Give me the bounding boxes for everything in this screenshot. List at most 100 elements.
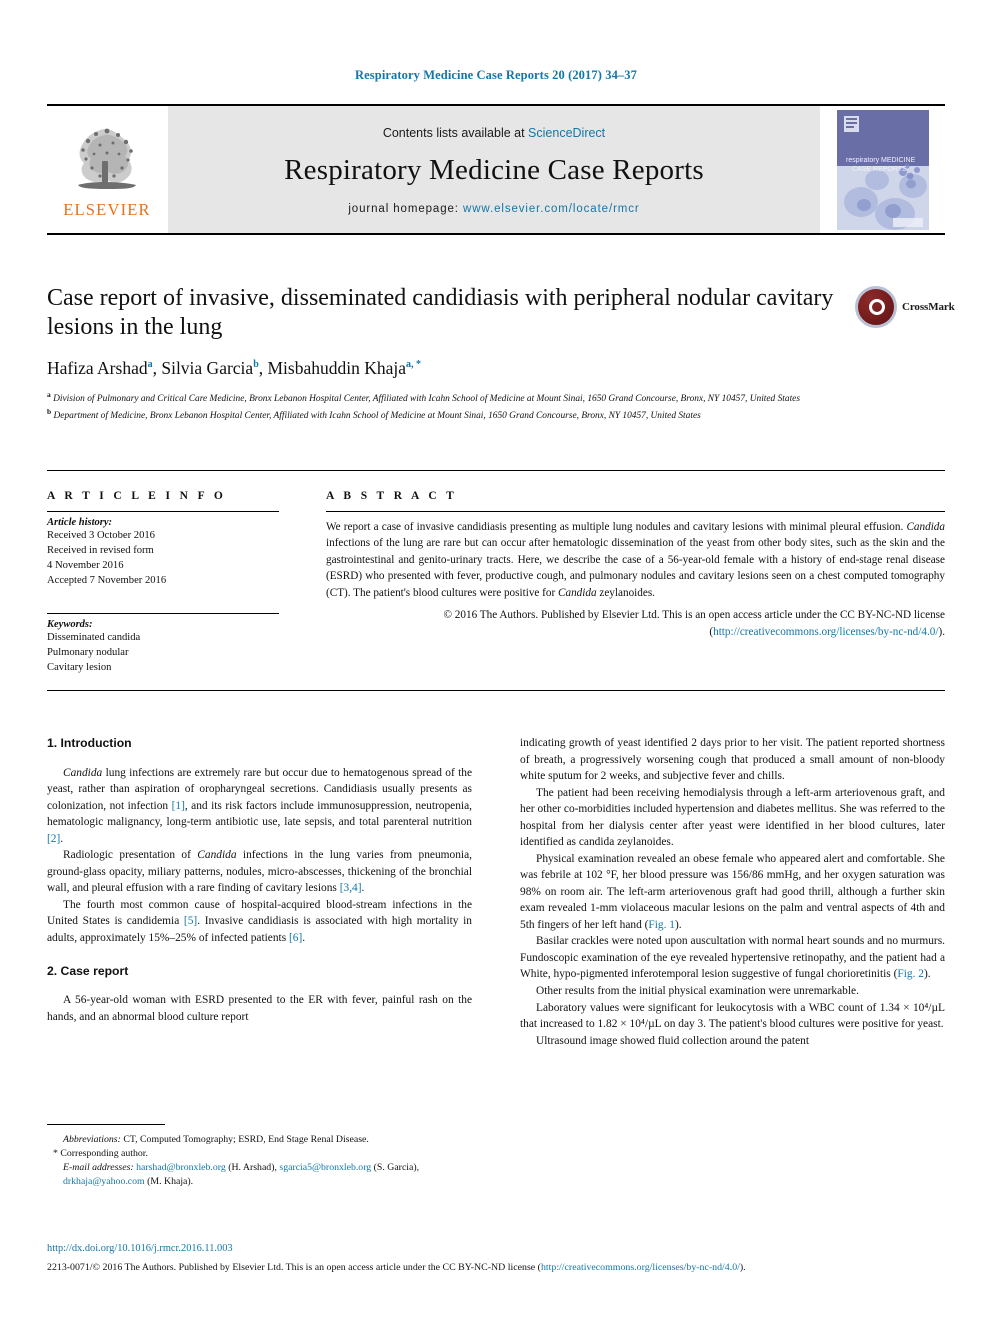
keyword-item: Disseminated candida — [47, 632, 141, 644]
right4-text-2: ). — [923, 968, 931, 981]
elsevier-wordmark: ELSEVIER — [63, 200, 151, 219]
email-name-arshad: (H. Arshad), — [225, 1162, 280, 1174]
affiliation-b: b Department of Medicine, Bronx Lebanon … — [47, 406, 701, 421]
article-history-line: Received in revised form — [47, 545, 154, 557]
footer-cc-license-link[interactable]: http://creativecommons.org/licenses/by-n… — [541, 1262, 740, 1273]
author-2-affil-marker: b — [253, 358, 259, 370]
crossmark-label: CrossMark — [902, 301, 955, 313]
author-1[interactable]: Hafiza Arshad — [47, 358, 148, 378]
affiliations: a Division of Pulmonary and Critical Car… — [47, 390, 827, 424]
abbreviations-text: CT, Computed Tomography; ESRD, End Stage… — [120, 1134, 369, 1145]
paragraph-right-5: Other results from the initial physical … — [536, 984, 859, 997]
doi-link[interactable]: http://dx.doi.org/10.1016/j.rmcr.2016.11… — [47, 1243, 233, 1254]
crossmark-badge[interactable]: CrossMark — [855, 283, 955, 331]
citation-ref-5[interactable]: [5] — [184, 915, 197, 927]
paragraph-right-2: The patient had been receiving hemodialy… — [520, 786, 945, 849]
abbreviations-note: Abbreviations: CT, Computed Tomography; … — [47, 1133, 477, 1147]
article-info-rule-1 — [47, 511, 279, 512]
paragraph-intro-3: The fourth most common cause of hospital… — [47, 897, 472, 947]
abstract-italic-2: Candida — [558, 586, 597, 599]
crossmark-icon — [855, 286, 897, 328]
elsevier-logo[interactable]: ELSEVIER — [47, 106, 167, 233]
footer-legal-line: 2213-0071/© 2016 The Authors. Published … — [47, 1261, 945, 1275]
paragraph-intro-1: Candida lung infections are extremely ra… — [47, 765, 472, 848]
affiliation-b-text: Department of Medicine, Bronx Lebanon Ho… — [53, 410, 701, 421]
paragraph-intro-2: Radiologic presentation of Candida infec… — [47, 847, 472, 897]
body-column-right: indicating growth of yeast identified 2 … — [520, 735, 945, 1049]
abstract-block: A B S T R A C T We report a case of inva… — [326, 490, 945, 640]
abstract-italic-1: Candida — [906, 521, 945, 533]
journal-masthead: ELSEVIER Contents lists available at Sci… — [47, 104, 945, 235]
paragraph-right-7: Ultrasound image showed fluid collection… — [536, 1034, 809, 1047]
cc-license-link[interactable]: http://creativecommons.org/licenses/by-n… — [713, 626, 938, 638]
article-info-rule-2 — [47, 613, 279, 615]
article-history-line: Accepted 7 November 2016 — [47, 575, 167, 587]
title-block: Case report of invasive, disseminated ca… — [47, 284, 837, 379]
contents-available-line: Contents lists available at ScienceDirec… — [383, 126, 605, 140]
abstract-rule — [326, 511, 945, 512]
article-info-heading: A R T I C L E I N F O — [47, 490, 227, 502]
right3-text-1: Physical examination revealed an obese f… — [520, 852, 945, 931]
journal-homepage-url[interactable]: www.elsevier.com/locate/rmcr — [463, 203, 640, 215]
citation-ref-1[interactable]: [1] — [172, 800, 185, 812]
footer-legal-tail: ). — [739, 1262, 746, 1273]
citation-ref-6[interactable]: [6] — [289, 932, 302, 944]
author-3[interactable]: Misbahuddin Khaja — [268, 358, 407, 378]
page-title: Case report of invasive, disseminated ca… — [47, 285, 834, 341]
keyword-item: Pulmonary nodular — [47, 647, 129, 659]
section-heading-case-report: 2. Case report — [47, 963, 129, 978]
asterisk-marker: * — [53, 1148, 58, 1160]
email-link-khaja[interactable]: drkhaja@yahoo.com — [63, 1176, 145, 1187]
journal-homepage-line: journal homepage: www.elsevier.com/locat… — [348, 203, 639, 215]
citation-ref-34[interactable]: [3,4] — [340, 882, 362, 894]
corresponding-author-text: Corresponding author. — [60, 1148, 148, 1160]
running-head: Respiratory Medicine Case Reports 20 (20… — [355, 68, 637, 82]
footnote-separator — [47, 1124, 165, 1125]
elsevier-tree-icon — [78, 128, 136, 189]
intro2-text-1: Radiologic presentation of — [63, 849, 198, 862]
intro2-italic-candida: Candida — [197, 849, 237, 862]
affiliation-a: a Division of Pulmonary and Critical Car… — [47, 390, 800, 405]
citation-ref-2[interactable]: [2] — [47, 833, 60, 845]
author-1-affil-marker: a — [147, 358, 153, 370]
figure-1-link[interactable]: Fig. 1 — [648, 919, 675, 931]
paragraph-right-3: Physical examination revealed an obese f… — [520, 851, 945, 934]
abstract-part-1: We report a case of invasive candidiasis… — [326, 521, 907, 533]
email-addresses-label: E-mail addresses: — [63, 1162, 134, 1174]
intro-text-3: . — [60, 832, 64, 845]
right3-text-2: ). — [675, 918, 682, 931]
author-list: Hafiza Arshada, Silvia Garciab, Misbahud… — [47, 357, 422, 378]
cover-title-line1: respiratory MEDICINE — [846, 157, 916, 164]
abbreviations-label: Abbreviations: — [63, 1134, 121, 1145]
paragraph-right-6: Laboratory values were significant for l… — [520, 1001, 945, 1031]
footer-legal-prefix: 2213-0071/© 2016 The Authors. Published … — [47, 1262, 541, 1273]
journal-cover-cell: respiratory MEDICINE CASE REPORTS — [820, 106, 945, 233]
figure-2-link[interactable]: Fig. 2 — [897, 968, 924, 980]
email-link-garcia[interactable]: sgarcia5@bronxleb.org — [279, 1162, 371, 1173]
abstract-copyright-tail: ). — [938, 625, 945, 638]
info-band-top-rule — [47, 470, 945, 471]
footnote-block: Abbreviations: CT, Computed Tomography; … — [47, 1133, 477, 1189]
keyword-item: Cavitary lesion — [47, 662, 112, 674]
intro2-text-3: . — [361, 882, 365, 895]
author-2[interactable]: Silvia Garcia — [161, 358, 253, 378]
article-history-label: Article history: — [47, 517, 113, 528]
sciencedirect-link[interactable]: ScienceDirect — [528, 126, 605, 140]
info-band-bottom-rule — [47, 690, 945, 691]
abstract-heading: A B S T R A C T — [326, 490, 458, 502]
intro3-text-3: . — [302, 932, 306, 944]
email-name-garcia: (S. Garcia), — [371, 1162, 420, 1174]
email-link-arshad[interactable]: harshad@bronxleb.org — [136, 1162, 226, 1173]
email-addresses-note: E-mail addresses: harshad@bronxleb.org (… — [47, 1161, 477, 1189]
body-column-left: 1. Introduction Candida lung infections … — [47, 735, 472, 1025]
right4-text-1: Basilar crackles were noted upon auscult… — [520, 935, 945, 981]
journal-cover-thumbnail[interactable]: respiratory MEDICINE CASE REPORTS — [836, 109, 929, 230]
journal-article-page: Respiratory Medicine Case Reports 20 (20… — [0, 0, 992, 1323]
article-history-line: 4 November 2016 — [47, 560, 124, 572]
email-name-khaja: (M. Khaja). — [144, 1176, 194, 1188]
corresponding-author-note: * Corresponding author. — [47, 1147, 477, 1161]
article-history-line: Received 3 October 2016 — [47, 530, 155, 541]
journal-title: Respiratory Medicine Case Reports — [284, 154, 704, 186]
abstract-copyright: © 2016 The Authors. Published by Elsevie… — [326, 607, 946, 640]
journal-homepage-label: journal homepage: — [348, 203, 459, 215]
